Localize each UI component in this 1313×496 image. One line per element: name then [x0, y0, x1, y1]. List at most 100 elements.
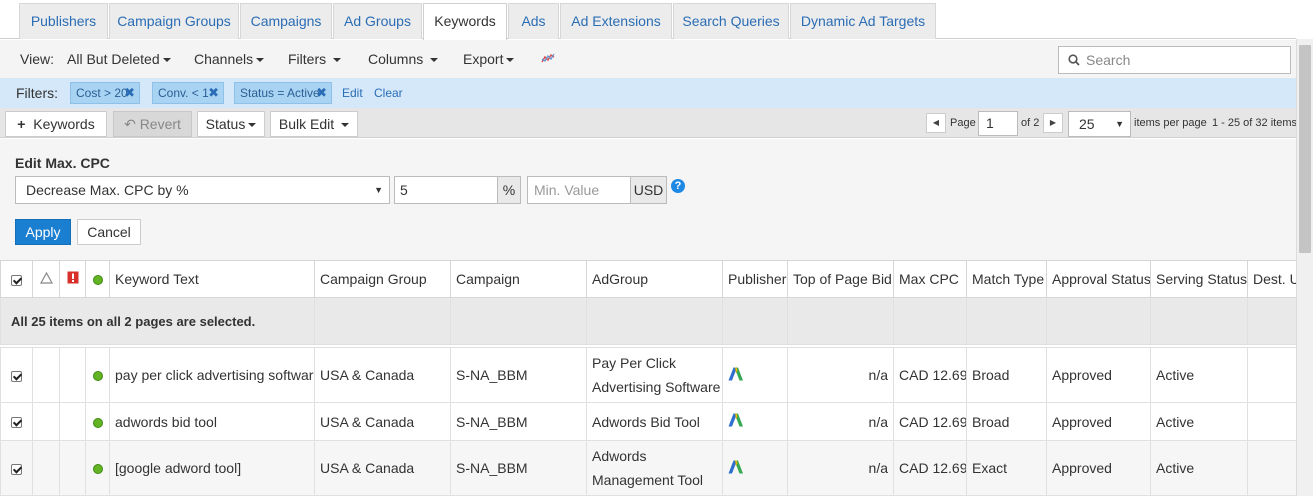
- row-select-cell[interactable]: [0, 440, 33, 496]
- col-keyword-text[interactable]: Keyword Text: [109, 260, 315, 298]
- tab-dynamic-ad-targets[interactable]: Dynamic Ad Targets: [790, 3, 936, 39]
- search-box[interactable]: [1058, 46, 1291, 74]
- select-all-header[interactable]: [0, 260, 33, 298]
- col-approval-status[interactable]: Approval Status: [1046, 260, 1151, 298]
- col-max-cpc[interactable]: Max CPC: [893, 260, 967, 298]
- table-cell: [1247, 297, 1296, 345]
- col-campaign-group[interactable]: Campaign Group: [314, 260, 451, 298]
- col-adgroup[interactable]: AdGroup: [586, 260, 723, 298]
- chevron-down-icon: [430, 58, 439, 63]
- tab-campaigns[interactable]: Campaigns: [240, 3, 332, 39]
- dropdown-arrow-icon: ▼: [374, 185, 383, 195]
- status-column-header[interactable]: [85, 260, 110, 298]
- bulk-edit-label: Bulk Edit: [278, 116, 335, 132]
- col-dest-url[interactable]: Dest. U: [1247, 260, 1296, 298]
- dest-url: [1247, 402, 1296, 441]
- close-icon[interactable]: ✖: [316, 83, 327, 103]
- export-dropdown[interactable]: Export: [463, 40, 515, 78]
- col-publisher[interactable]: Publisher: [722, 260, 788, 298]
- page-number-input[interactable]: 1: [978, 111, 1018, 136]
- tab-keywords[interactable]: Keywords: [423, 3, 507, 40]
- row-select-cell[interactable]: [0, 347, 33, 403]
- next-page-button[interactable]: ▶: [1043, 113, 1063, 133]
- adgroup: Adwords Management Tool: [586, 440, 723, 496]
- approval-status: Approved: [1046, 347, 1151, 403]
- add-keywords-button[interactable]: + Keywords: [5, 111, 107, 137]
- table-row[interactable]: [google adword tool] USA & Canada S-NA_B…: [0, 440, 1296, 496]
- error-cell: [59, 347, 86, 403]
- prev-page-button[interactable]: ◀: [926, 113, 946, 133]
- col-serving-status[interactable]: Serving Status: [1150, 260, 1248, 298]
- serving-status: Active: [1150, 440, 1248, 496]
- checkbox-checked-icon[interactable]: [11, 463, 22, 475]
- max-cpc[interactable]: CAD 12.69: [893, 440, 967, 496]
- bulk-edit-dropdown[interactable]: Bulk Edit: [270, 111, 358, 137]
- entity-tabs: Publishers Campaign Groups Campaigns Ad …: [0, 0, 1296, 40]
- columns-dropdown[interactable]: Columns: [368, 40, 439, 78]
- channels-dropdown[interactable]: Channels: [194, 40, 265, 78]
- checkbox-checked-icon[interactable]: [11, 417, 22, 429]
- table-row[interactable]: pay per click advertising software USA &…: [0, 347, 1296, 403]
- error-column-header[interactable]: [59, 260, 86, 298]
- campaign-group: USA & Canada: [314, 402, 451, 441]
- max-cpc[interactable]: CAD 12.69: [893, 347, 967, 403]
- scrollbar-thumb[interactable]: [1299, 45, 1311, 253]
- status-dropdown[interactable]: Status: [197, 111, 265, 137]
- tab-campaign-groups[interactable]: Campaign Groups: [109, 3, 239, 39]
- col-campaign[interactable]: Campaign: [450, 260, 587, 298]
- help-icon[interactable]: ?: [671, 179, 685, 193]
- tab-ad-groups[interactable]: Ad Groups: [333, 3, 422, 39]
- col-match-type[interactable]: Match Type: [966, 260, 1047, 298]
- tab-search-queries[interactable]: Search Queries: [673, 3, 789, 39]
- checkbox-checked-icon[interactable]: [11, 274, 22, 286]
- table-row[interactable]: adwords bid tool USA & Canada S-NA_BBM A…: [0, 402, 1296, 441]
- close-icon[interactable]: ✖: [208, 83, 219, 103]
- filter-chip-status[interactable]: Status = Active ✖: [234, 82, 332, 104]
- edit-panel-title: Edit Max. CPC: [15, 155, 110, 171]
- match-type: Exact: [966, 440, 1047, 496]
- vertical-scrollbar[interactable]: [1296, 39, 1313, 496]
- currency-addon: USD: [630, 176, 667, 204]
- checkbox-checked-icon[interactable]: [11, 370, 22, 382]
- status-cell: [85, 402, 110, 441]
- tab-publishers[interactable]: Publishers: [19, 3, 108, 39]
- chevron-right-icon: ▶: [1049, 118, 1057, 127]
- filters-dropdown[interactable]: Filters: [288, 40, 342, 78]
- chevron-down-icon: [256, 58, 265, 63]
- apply-button[interactable]: Apply: [15, 219, 71, 245]
- warning-column-header[interactable]: [32, 260, 60, 298]
- col-top-of-page-bid[interactable]: Top of Page Bid: [787, 260, 894, 298]
- max-cpc[interactable]: CAD 12.69: [893, 402, 967, 441]
- filter-chip-cost[interactable]: Cost > 20 ✖: [70, 82, 140, 104]
- view-dropdown[interactable]: All But Deleted: [67, 40, 171, 78]
- table-cell: [450, 297, 587, 345]
- keyword-text[interactable]: [google adword tool]: [109, 440, 315, 496]
- cancel-button[interactable]: Cancel: [77, 219, 141, 245]
- tab-ad-extensions[interactable]: Ad Extensions: [560, 3, 672, 39]
- adgroup: Pay Per Click Advertising Software: [586, 347, 723, 403]
- items-per-page-select[interactable]: 25 ▼: [1068, 111, 1131, 137]
- publisher-cell: [722, 402, 788, 441]
- trend-chart-icon[interactable]: [541, 52, 555, 66]
- search-input[interactable]: [1086, 50, 1286, 70]
- keyword-text[interactable]: pay per click advertising software: [109, 347, 315, 403]
- tab-ads[interactable]: Ads: [508, 3, 559, 39]
- approval-status: Approved: [1046, 402, 1151, 441]
- keyword-text[interactable]: adwords bid tool: [109, 402, 315, 441]
- edit-operation-select[interactable]: Decrease Max. CPC by % ▼: [15, 176, 390, 204]
- chevron-down-icon: [341, 123, 350, 128]
- table-cell: [314, 297, 451, 345]
- clear-filters-link[interactable]: Clear: [374, 78, 403, 108]
- filters-label: Filters:: [16, 85, 58, 101]
- edit-amount-input[interactable]: 5: [394, 176, 498, 204]
- table-cell: [1150, 297, 1248, 345]
- edit-filters-link[interactable]: Edit: [342, 78, 363, 108]
- status-active-icon: [92, 371, 103, 382]
- filter-chip-label: Status = Active: [240, 86, 320, 100]
- min-value-input[interactable]: Min. Value: [527, 176, 631, 204]
- filter-chip-conv[interactable]: Conv. < 1 ✖: [152, 82, 224, 104]
- status-active-icon: [92, 417, 103, 428]
- row-select-cell[interactable]: [0, 402, 33, 441]
- close-icon[interactable]: ✖: [124, 83, 135, 103]
- revert-button[interactable]: ↶ Revert: [113, 111, 192, 137]
